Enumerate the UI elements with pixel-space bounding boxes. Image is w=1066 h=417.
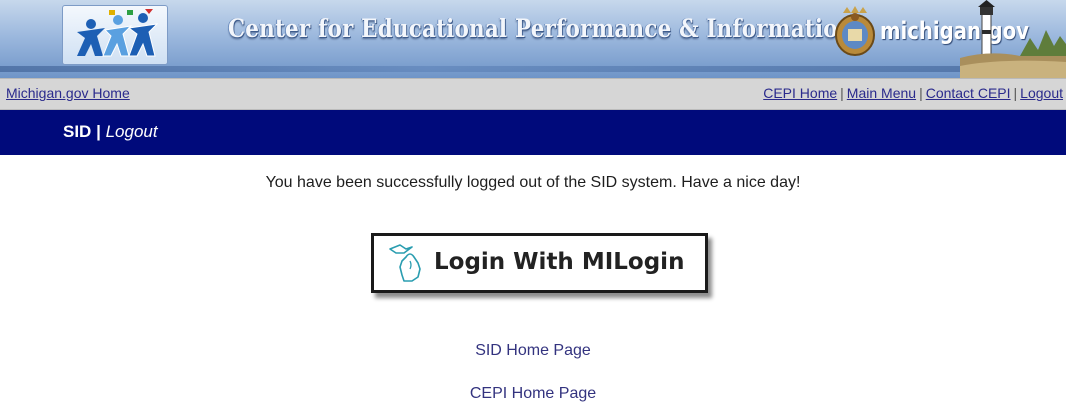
login-button-label: Login With MILogin [434,249,685,275]
page-breadcrumb: SID | Logout [63,122,158,142]
lighthouse-image [960,0,1066,78]
site-banner: Center for Educational Performance & Inf… [0,0,1066,78]
lighthouse-icon [960,0,1066,78]
michigan-map-icon [382,243,430,288]
cepi-home-page-link[interactable]: CEPI Home Page [470,385,596,402]
contact-cepi-link[interactable]: Contact CEPI [926,85,1011,101]
link-separator: | [1013,85,1018,101]
michigan-gov-home-link[interactable]: Michigan.gov Home [6,85,130,101]
logout-link[interactable]: Logout [1020,85,1063,101]
page-nav-bar: SID | Logout [0,110,1066,155]
cepi-home-link-row: CEPI Home Page [0,385,1066,403]
link-separator: | [840,85,844,101]
banner-title: Center for Educational Performance & Inf… [228,14,854,43]
michigan-seal-icon [835,6,875,56]
cepi-logo[interactable] [62,5,168,65]
banner-stripe [0,66,1066,72]
michigan-seal [833,3,877,66]
system-name: SID [63,122,92,141]
top-right-links: CEPI Home | Main Menu | Contact CEPI | Logout [763,85,1063,101]
page-title: Logout [105,122,158,141]
login-with-milogin-button[interactable]: Login With MILogin [371,233,708,293]
logout-message: You have been successfully logged out of… [265,174,801,191]
sid-home-link-row: SID Home Page [0,342,1066,360]
breadcrumb-separator: | [96,122,101,141]
sid-home-page-link[interactable]: SID Home Page [475,342,591,359]
cepi-home-link[interactable]: CEPI Home [763,85,837,101]
main-menu-link[interactable]: Main Menu [847,85,916,101]
link-separator: | [919,85,923,101]
top-link-bar: Michigan.gov Home CEPI Home | Main Menu | Co… [0,78,1066,110]
cepi-people-logo-icon [77,9,159,57]
